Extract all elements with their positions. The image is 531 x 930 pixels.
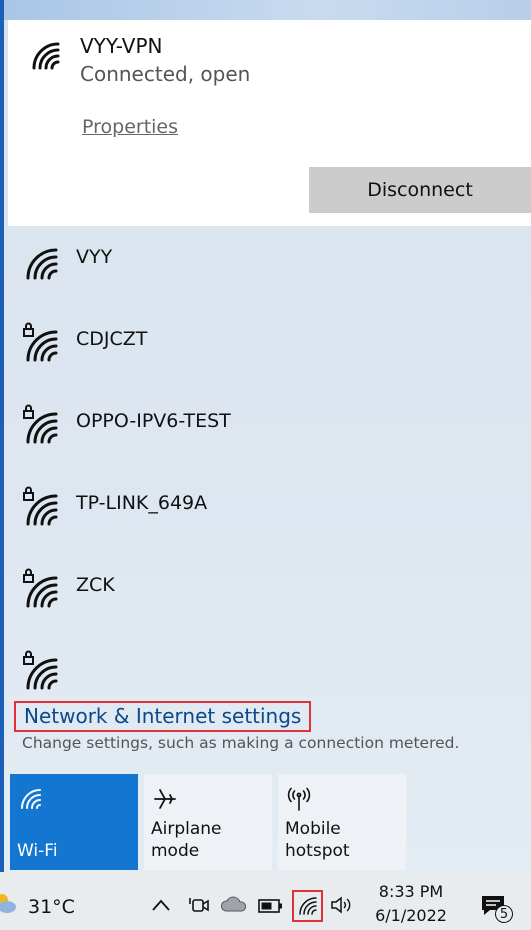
wifi-icon (21, 789, 41, 809)
partly-sunny-icon[interactable] (0, 890, 18, 916)
meet-now-icon[interactable] (188, 894, 210, 916)
wifi-tray-button[interactable] (292, 890, 323, 922)
connected-network-panel[interactable]: VYY-VPN Connected, open Properties Disco… (8, 20, 531, 226)
network-flyout: VYY-VPN Connected, open Properties Disco… (4, 0, 531, 872)
secured-wifi-icon (23, 404, 58, 444)
notification-badge: 5 (495, 905, 513, 923)
network-name: VYY (76, 246, 113, 268)
network-name: CDJCZT (76, 328, 148, 350)
tile-label: Airplane mode (151, 819, 222, 861)
mobile-hotspot-tile[interactable]: Mobile hotspot (278, 774, 406, 870)
network-item-oppo-ipv6-test[interactable]: OPPO-IPV6-TEST (4, 390, 531, 472)
network-name: OPPO-IPV6-TEST (76, 410, 231, 432)
tile-label: Mobile hotspot (285, 819, 350, 861)
network-item-zck[interactable]: ZCK (4, 554, 531, 636)
chevron-up-icon[interactable] (150, 896, 172, 914)
wifi-icon (299, 897, 317, 915)
battery-icon[interactable] (258, 898, 284, 914)
network-name: ZCK (76, 574, 115, 596)
secured-wifi-icon (23, 650, 58, 690)
airplane-mode-tile[interactable]: Airplane mode (144, 774, 272, 870)
taskbar: 31°C 8:33 PM 6/1/2022 5 (0, 872, 531, 930)
settings-description: Change settings, such as making a connec… (22, 734, 460, 752)
action-center-button[interactable]: 5 (480, 892, 514, 926)
wifi-toggle-tile[interactable]: Wi-Fi (10, 774, 138, 870)
airplane-icon (154, 789, 176, 809)
weather-temperature[interactable]: 31°C (28, 896, 75, 918)
wifi-signal-icon (32, 42, 60, 70)
properties-link[interactable]: Properties (82, 116, 178, 138)
volume-icon[interactable] (330, 894, 354, 916)
disconnect-button[interactable]: Disconnect (309, 167, 531, 213)
network-item-cdjczt[interactable]: CDJCZT (4, 308, 531, 390)
network-internet-settings-link[interactable]: Network & Internet settings (14, 701, 312, 732)
hotspot-icon (287, 787, 311, 811)
connection-status: Connected, open (80, 62, 251, 86)
connected-ssid: VYY-VPN (80, 34, 163, 58)
network-name: TP-LINK_649A (76, 492, 208, 514)
secured-wifi-icon (23, 486, 58, 526)
onedrive-cloud-icon[interactable] (220, 894, 248, 914)
network-item-tp-link-649a[interactable]: TP-LINK_649A (4, 472, 531, 554)
flyout-top-strip (4, 0, 531, 20)
secured-wifi-icon (23, 568, 58, 608)
network-item-vyy[interactable]: VYY (4, 226, 531, 308)
wifi-signal-icon (26, 248, 58, 280)
clock[interactable]: 8:33 PM 6/1/2022 (368, 880, 454, 928)
clock-date: 6/1/2022 (375, 906, 447, 925)
tile-label: Wi-Fi (17, 841, 58, 861)
secured-wifi-icon (23, 322, 58, 362)
clock-time: 8:33 PM (378, 882, 444, 901)
